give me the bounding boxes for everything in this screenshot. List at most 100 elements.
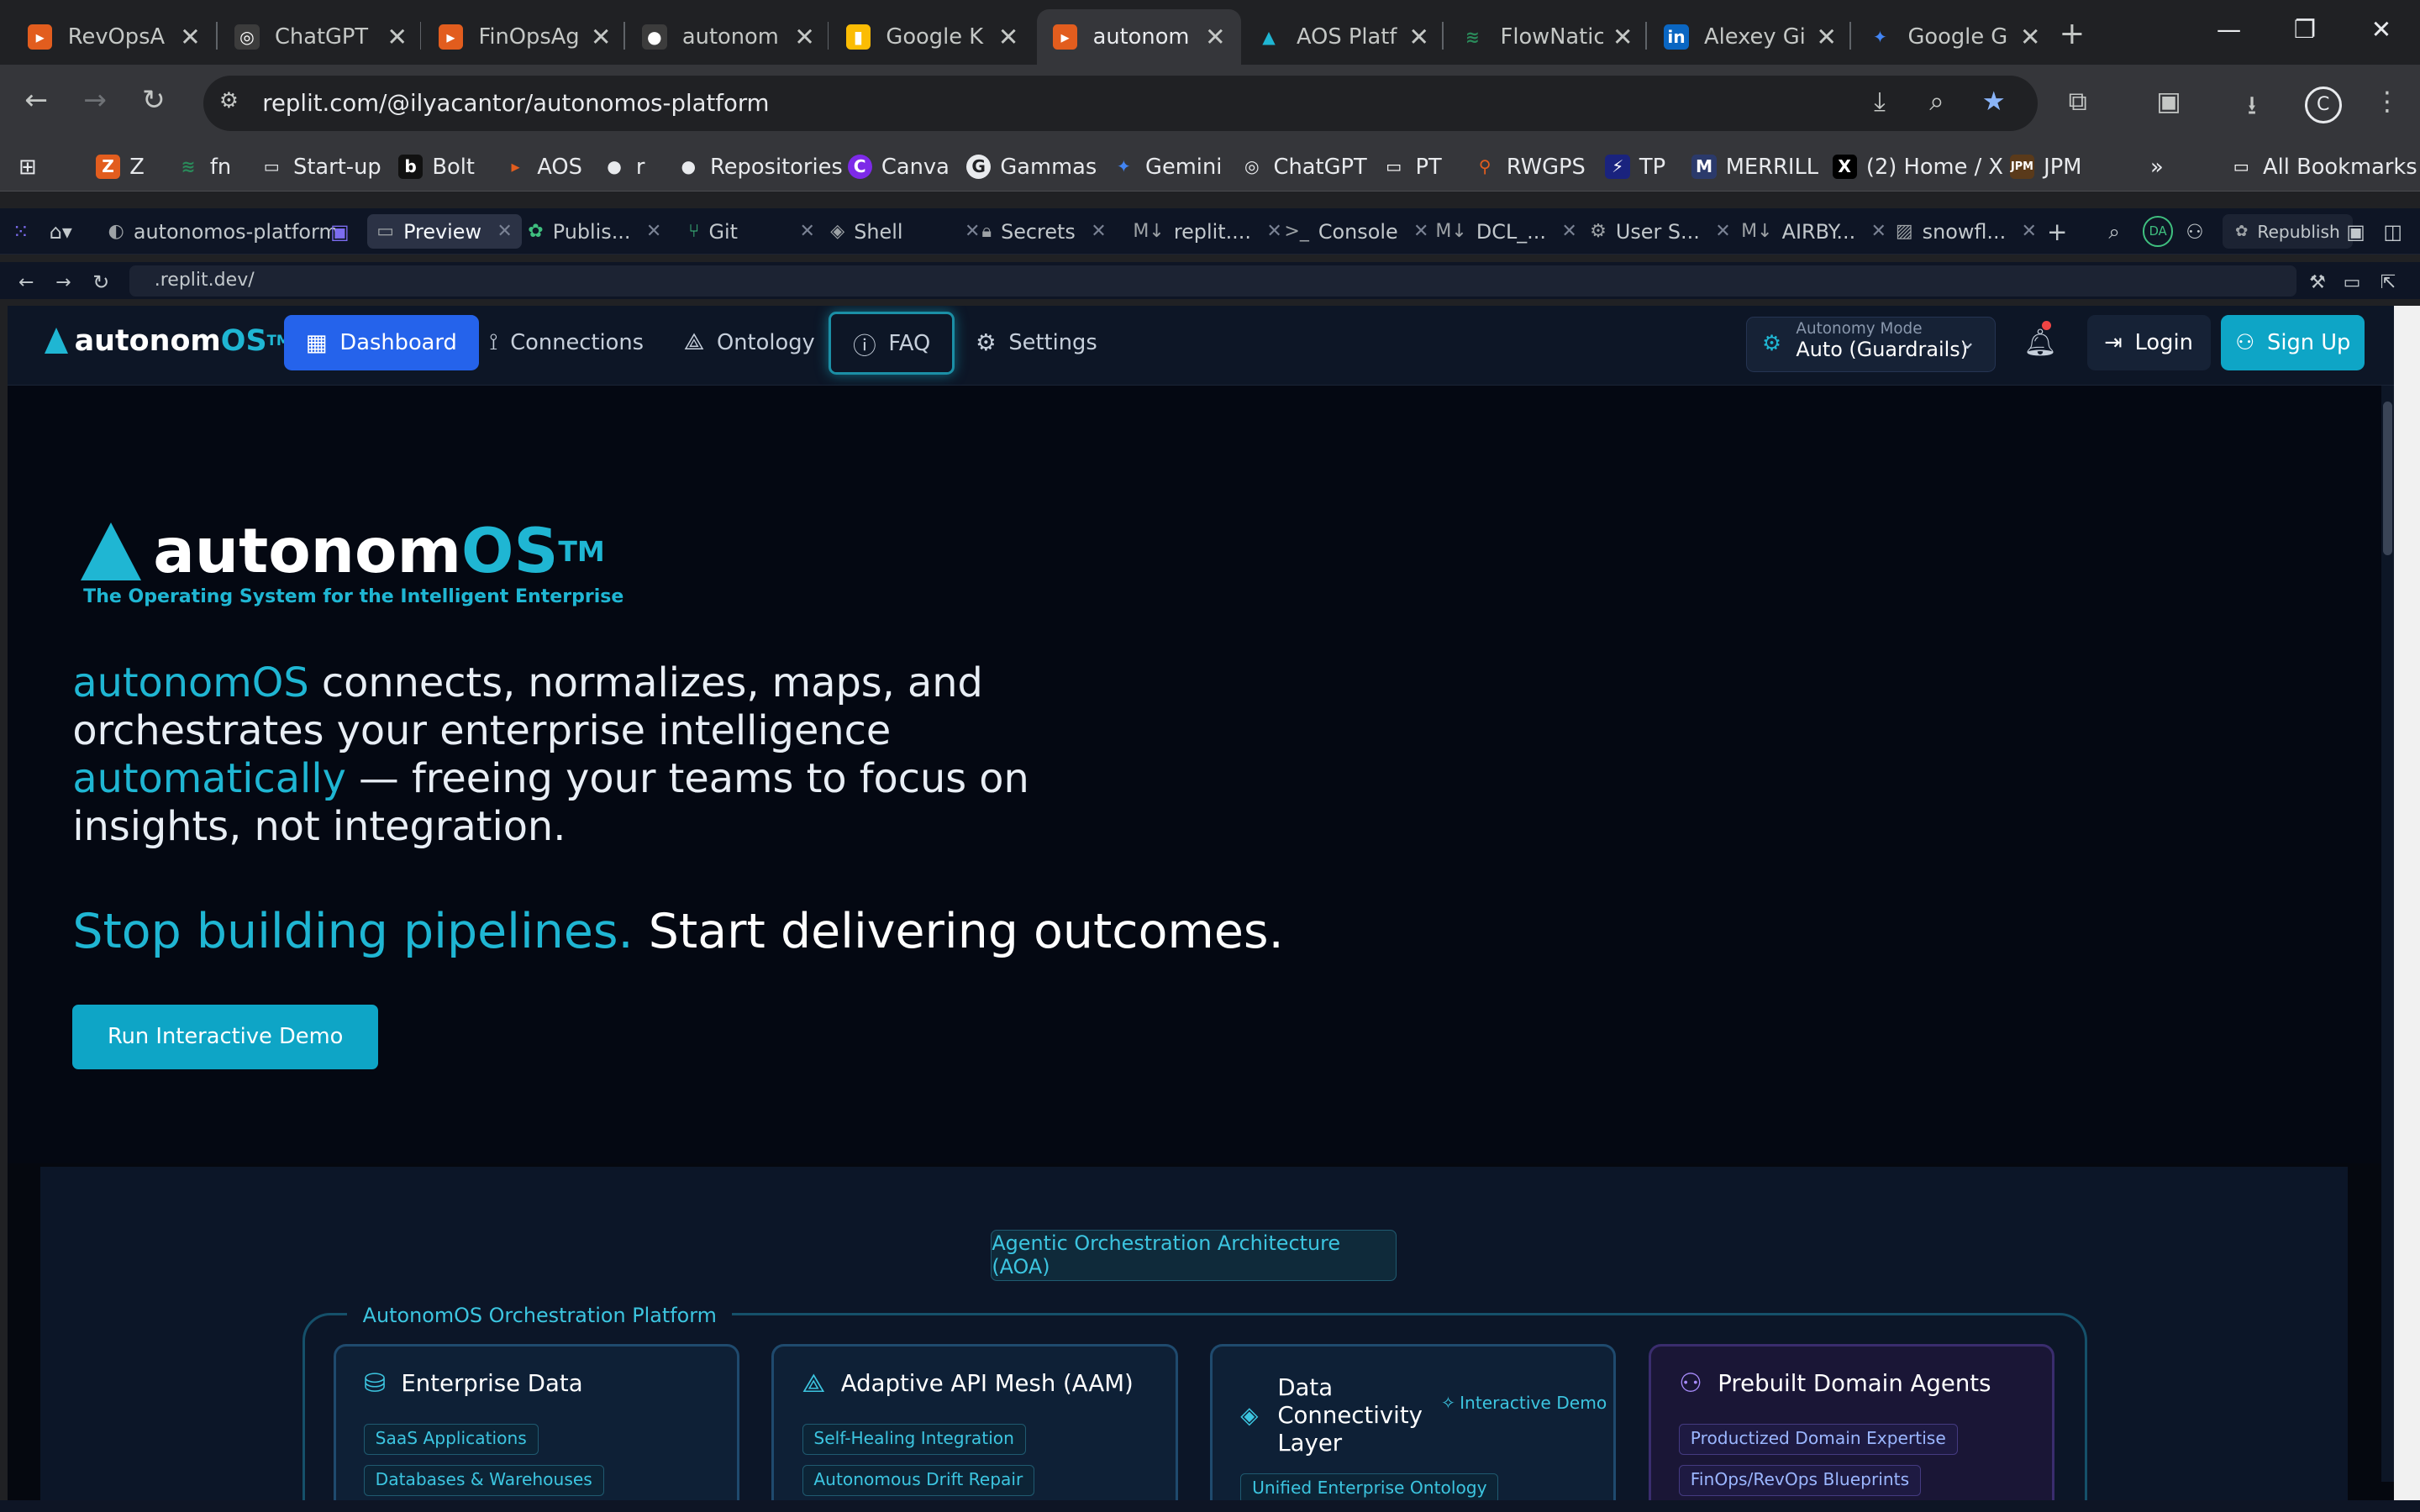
window-close-button[interactable]: ✕ <box>2371 15 2392 44</box>
restore-button[interactable]: ❐ <box>2294 15 2316 44</box>
bookmark-star-icon[interactable]: ★ <box>1982 87 2006 117</box>
close-icon[interactable]: ✕ <box>800 221 815 242</box>
close-icon[interactable]: ✕ <box>965 221 980 242</box>
scrollbar-thumb[interactable] <box>2383 401 2393 556</box>
preview-back-icon[interactable]: ← <box>18 265 34 299</box>
open-external-icon[interactable]: ⇱ <box>2381 265 2396 299</box>
browser-tab[interactable]: ▸ FinOpsAg ✕ <box>423 9 626 65</box>
side-panel-icon[interactable]: ▣ <box>2156 87 2181 117</box>
preview-scrollbar[interactable] <box>2394 305 2420 1500</box>
bookmark[interactable]: ⚡ TP <box>1605 155 1665 180</box>
nav-settings[interactable]: ⚙ Settings <box>954 315 1118 370</box>
preview-forward-icon[interactable]: → <box>55 265 71 299</box>
browser-tab[interactable]: ▲ AOS Platf ✕ <box>1241 9 1444 65</box>
close-icon[interactable]: ✕ <box>1091 221 1106 242</box>
preview-url-input[interactable]: .replit.dev/ <box>129 265 2297 297</box>
browser-tab[interactable]: ● autonom ✕ <box>627 9 830 65</box>
close-icon[interactable]: ✕ <box>497 221 512 242</box>
bookmark[interactable]: ● Repositories <box>676 155 842 180</box>
repl-name[interactable]: ◐ autonomos-platform <box>108 214 339 248</box>
browser-tab[interactable]: ◎ ChatGPT ✕ <box>219 9 423 65</box>
bookmark[interactable]: ● r <box>602 155 644 180</box>
bookmark[interactable]: M MERRILL <box>1691 155 1818 180</box>
close-icon[interactable]: ✕ <box>1413 221 1428 242</box>
preview-reload-icon[interactable]: ↻ <box>92 265 109 299</box>
card-enterprise-data[interactable]: ⛁ Enterprise Data SaaS Applications Datab… <box>333 1344 739 1500</box>
devtools-icon[interactable]: ⚒ <box>2309 265 2326 299</box>
bookmark[interactable]: ✦ Gemini <box>1112 155 1223 180</box>
tab-secrets[interactable]: 🔒︎ Secrets ✕ <box>981 214 1106 248</box>
new-tab-button[interactable]: + <box>2060 15 2086 51</box>
nav-ontology[interactable]: ⟁ Ontology <box>662 315 836 370</box>
run-demo-button[interactable]: Run Interactive Demo <box>72 1004 379 1069</box>
tab-preview[interactable]: ▭ Preview ✕ <box>367 214 522 249</box>
tab-dcl[interactable]: M↓ DCL_... ✕ <box>1435 214 1576 248</box>
card-data-connectivity[interactable]: ◈ Data Connectivity Layer ✧ Interactive De… <box>1210 1344 1617 1500</box>
replit-logo-icon[interactable]: ⌂▾ <box>50 214 72 248</box>
app-scrollbar[interactable] <box>2381 386 2395 1482</box>
bookmark[interactable]: G Gammas <box>965 155 1097 180</box>
address-bar[interactable]: ⚙ replit.com/@ilyacantor/autonomos-platf… <box>203 75 2038 132</box>
minimize-button[interactable]: — <box>2217 15 2241 44</box>
bookmark[interactable]: ⚲ RWGPS <box>1472 155 1586 180</box>
site-settings-icon[interactable]: ⚙ <box>219 88 239 113</box>
close-icon[interactable]: ✕ <box>2022 221 2037 242</box>
close-icon[interactable]: ✕ <box>1266 221 1281 242</box>
browser-tab-active[interactable]: ▸ autonom ✕ <box>1037 9 1241 66</box>
browser-tab[interactable]: ≋ FlowNatic ✕ <box>1444 9 1648 65</box>
bookmark-folder[interactable]: ▭ Start-up <box>260 155 381 180</box>
extensions-icon[interactable]: ⧉ <box>2069 87 2087 118</box>
close-icon[interactable]: ✕ <box>1612 23 1634 51</box>
nav-dashboard[interactable]: ▦ Dashboard <box>283 314 479 370</box>
tab-replit-md[interactable]: M↓ replit.... ✕ <box>1133 214 1281 248</box>
reload-icon[interactable]: ↻ <box>142 83 166 116</box>
autonomy-mode-select[interactable]: ⚙ Autonomy Mode Auto (Guardrails) ⌄ <box>1745 316 1996 372</box>
bookmark[interactable]: b Bolt <box>397 155 475 180</box>
tab-snowflake[interactable]: ▨ snowfl... ✕ <box>1896 214 2037 248</box>
tab-publish[interactable]: ✿ Publis... ✕ <box>528 214 661 248</box>
card-domain-agents[interactable]: ⚇ Prebuilt Domain Agents Productized Doma… <box>1648 1344 2054 1500</box>
download-icon[interactable]: ⭳ <box>2248 87 2257 131</box>
close-icon[interactable]: ✕ <box>1205 23 1226 51</box>
back-icon[interactable]: ← <box>24 83 48 116</box>
search-icon[interactable]: ⌕ <box>2108 214 2119 248</box>
tab-shell[interactable]: ◈ Shell ✕ <box>830 214 980 248</box>
notifications-bell-icon[interactable]: 🔔︎ <box>2023 321 2057 358</box>
bookmark[interactable]: ▸ AOS <box>503 155 581 180</box>
bookmark[interactable]: JPM JPM <box>2009 155 2081 180</box>
interactive-demo-link[interactable]: ✧ Interactive Demo <box>1441 1393 1607 1415</box>
tab-user-settings[interactable]: ⚙ User S... ✕ <box>1590 214 1731 248</box>
layout-icon[interactable]: ▣ <box>2346 214 2365 248</box>
devices-icon[interactable]: ▭ <box>2344 265 2361 299</box>
bookmark-folder[interactable]: ▭ PT <box>1381 155 1441 180</box>
close-icon[interactable]: ✕ <box>646 221 661 242</box>
signup-button[interactable]: ⚇ Sign Up <box>2221 314 2365 370</box>
close-icon[interactable]: ✕ <box>794 23 815 51</box>
bookmark[interactable]: X (2) Home / X <box>1832 155 2003 180</box>
sidebar-toggle-icon[interactable]: ◫ <box>2383 214 2402 248</box>
republish-button[interactable]: ✿ Republish <box>2223 214 2353 249</box>
add-tab-button[interactable]: + <box>2047 214 2068 248</box>
nav-faq[interactable]: ⓘ FAQ <box>829 312 955 375</box>
app-logo[interactable]: autonom OS TM <box>45 324 290 358</box>
close-icon[interactable]: ✕ <box>180 23 201 51</box>
login-button[interactable]: ⇥ Login <box>2086 314 2211 370</box>
bookmark[interactable]: C Canva <box>847 155 950 180</box>
close-icon[interactable]: ✕ <box>2020 23 2041 51</box>
install-icon[interactable]: ⤓ <box>1874 87 1886 118</box>
close-icon[interactable]: ✕ <box>1561 221 1576 242</box>
replit-menu-icon[interactable]: ⁙ <box>13 214 29 248</box>
profile-avatar[interactable]: C <box>2304 86 2342 123</box>
card-api-mesh[interactable]: ⟁ Adaptive API Mesh (AAM) Self-Healing In… <box>771 1344 1178 1500</box>
browser-tab[interactable]: ▮ Google K ✕ <box>830 9 1034 65</box>
close-icon[interactable]: ✕ <box>1871 221 1886 242</box>
apps-icon[interactable]: ⊞ <box>18 155 37 180</box>
tab-airbyte[interactable]: M↓ AIRBY... ✕ <box>1741 214 1886 248</box>
browser-tab[interactable]: ▸ RevOpsA ✕ <box>13 9 216 65</box>
browser-tab[interactable]: ✦ Google G ✕ <box>1852 9 2055 65</box>
more-bookmarks-icon[interactable]: » <box>2150 155 2164 180</box>
close-icon[interactable]: ✕ <box>387 23 408 51</box>
close-icon[interactable]: ✕ <box>998 23 1019 51</box>
tab-console[interactable]: >_ Console ✕ <box>1284 214 1428 248</box>
close-icon[interactable]: ✕ <box>1715 221 1730 242</box>
